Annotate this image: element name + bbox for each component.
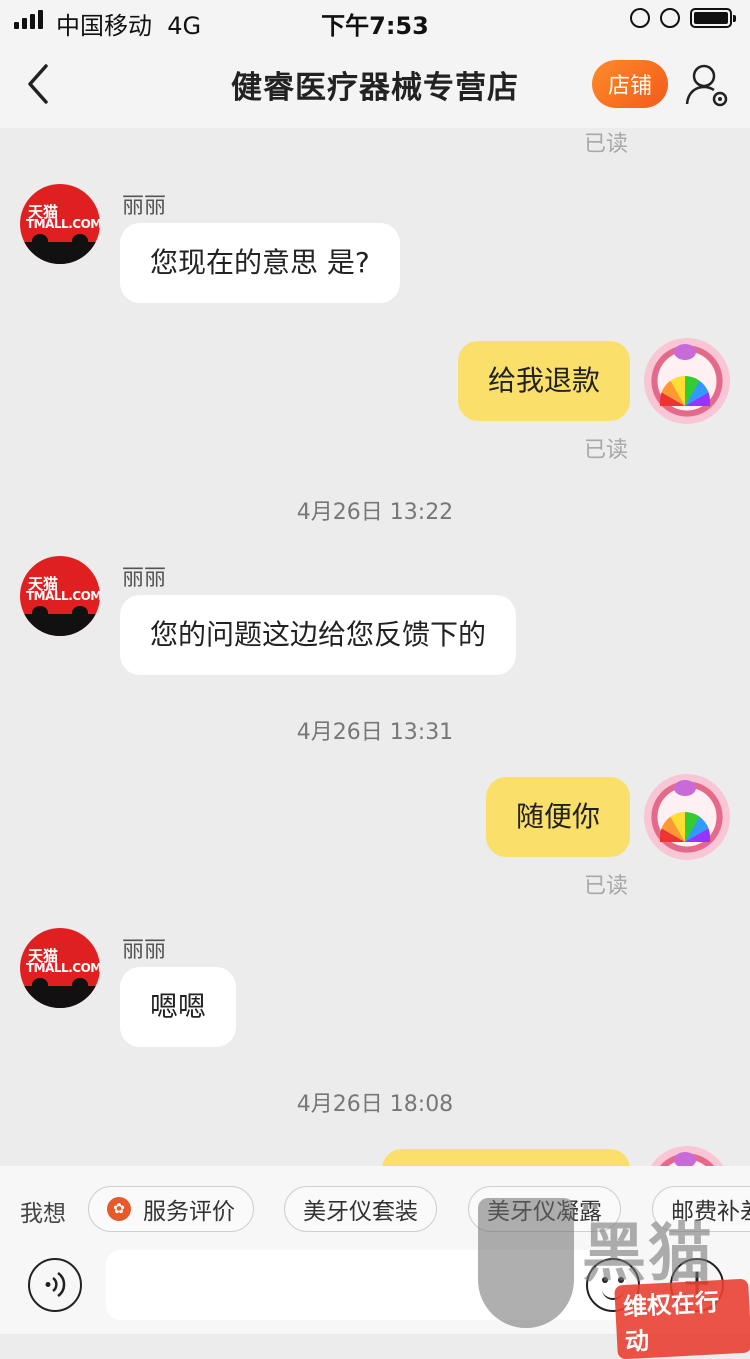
voice-icon [45,1271,66,1298]
read-receipt: 已读 [583,132,628,157]
chat-history[interactable]: 已读 天猫 TMALL.COM 丽丽 您现在的意思 是? 给我退款 已读 4月26… [0,128,750,1166]
message-bubble-outgoing[interactable]: 给我退款 [457,341,630,421]
message-bubble-incoming[interactable]: 您现在的意思 是? [120,223,400,303]
chip-toothbrush-gel[interactable]: 美牙仪凝露 [468,1186,621,1232]
profile-settings-icon [685,64,728,107]
input-bar: + [0,1250,750,1334]
sender-name: 丽丽 [122,938,167,963]
status-bar: 中国移动 4G 下午7:53 [0,0,750,40]
service-rating-icon: ✿ [107,1197,131,1221]
plus-icon: + [681,1262,713,1303]
emoji-icon [602,1288,624,1300]
chip-service-rating[interactable]: ✿ 服务评价 [88,1186,254,1232]
message-bubble-incoming[interactable]: 嗯嗯 [120,967,237,1047]
timestamp: 4月26日 13:22 [296,500,454,525]
alarm-icon [660,8,680,28]
user-avatar[interactable] [644,774,730,860]
store-avatar[interactable]: 天猫 TMALL.COM [20,184,100,264]
chip-postage-supplement[interactable]: 邮费补差 [652,1186,750,1232]
user-avatar[interactable] [644,338,730,424]
timestamp: 4月26日 18:08 [296,1092,454,1117]
read-receipt: 已读 [583,438,628,463]
store-avatar[interactable]: 天猫 TMALL.COM [20,556,100,636]
emoji-button[interactable] [586,1258,640,1312]
message-input[interactable] [106,1250,626,1320]
voice-button[interactable] [28,1258,82,1312]
rotation-lock-icon [630,8,650,28]
sender-name: 丽丽 [122,566,167,591]
quick-phrase-label: 我想 [20,1201,66,1227]
plus-button[interactable]: + [670,1258,724,1312]
nav-bar: 健睿医疗器械专营店 店铺 [0,40,750,128]
message-bubble-outgoing[interactable] [382,1149,630,1166]
shop-button[interactable]: 店铺 [592,60,668,108]
quick-phrase-bar[interactable]: 我想 ✿服务评价 美牙仪套装 美牙仪凝露 邮费补差 [0,1166,750,1252]
sender-name: 丽丽 [122,194,167,219]
message-bubble-outgoing[interactable]: 随便你 [485,777,630,857]
timestamp: 4月26日 13:31 [296,720,454,745]
message-bubble-incoming[interactable]: 您的问题这边给您反馈下的 [120,595,517,675]
chip-toothbrush-set[interactable]: 美牙仪套装 [284,1186,437,1232]
store-avatar[interactable]: 天猫 TMALL.COM [20,928,100,1008]
read-receipt: 已读 [583,874,628,899]
battery-icon [690,8,736,28]
profile-settings-button[interactable] [684,62,730,108]
user-avatar[interactable] [644,1146,730,1166]
